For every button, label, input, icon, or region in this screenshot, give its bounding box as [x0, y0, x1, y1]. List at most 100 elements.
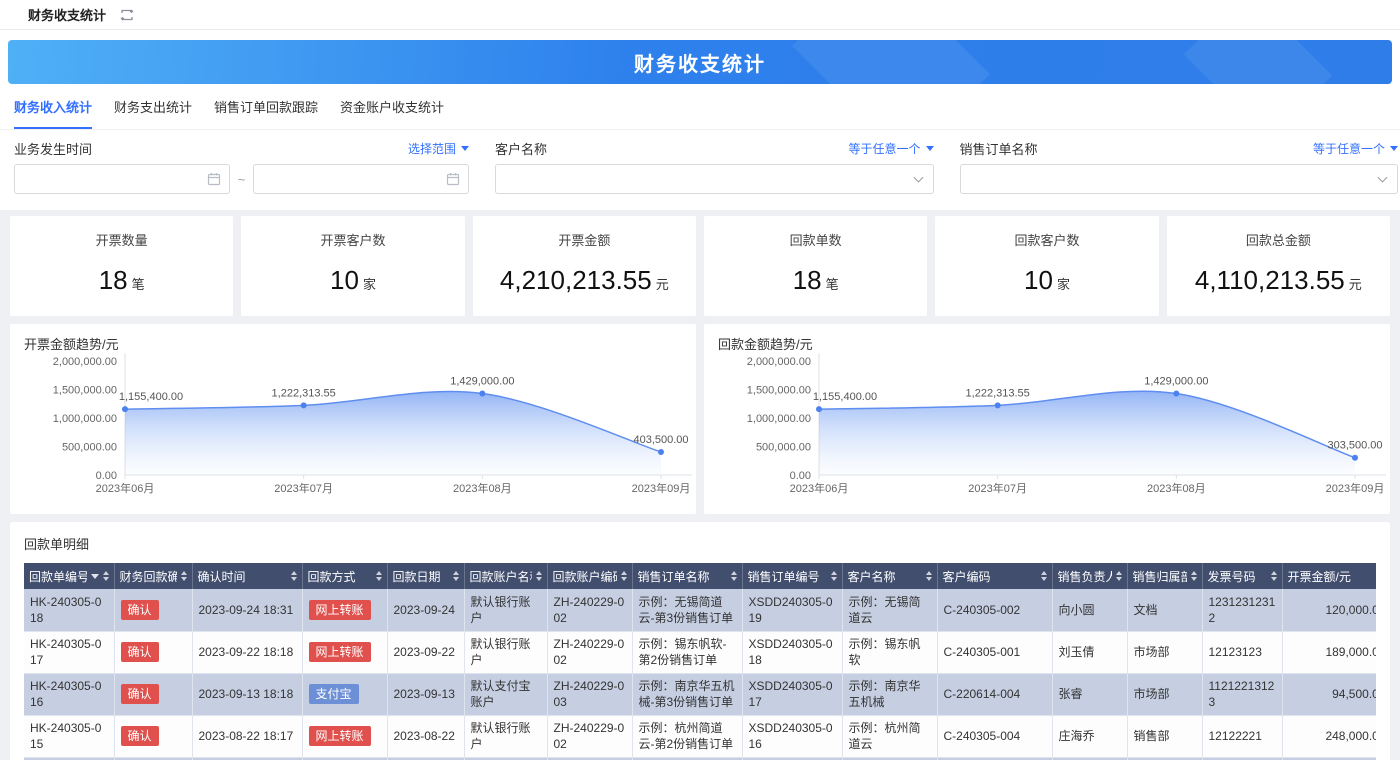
tab-label: 销售订单回款跟踪	[214, 100, 319, 115]
date-start-field[interactable]	[15, 165, 199, 193]
table-scroll-area[interactable]: 回款单编号 财务回款确认 确认时间 回款方式 回款日期 回款账户名称 回款账户编码 销售订单名…	[24, 563, 1376, 760]
data-point[interactable]	[122, 406, 128, 413]
sort-icon[interactable]	[535, 571, 542, 581]
main-content: 开票数量 18 笔 开票客户数 10 家 开票金额 4,210,213.55 元 回款…	[0, 210, 1400, 760]
sales-order-select[interactable]	[959, 164, 1398, 194]
column-header-label: 销售订单编号	[747, 569, 820, 584]
sort-icon[interactable]	[180, 571, 187, 581]
table-row[interactable]: HK-240305-018 确认 2023-09-24 18:31 网上转账 2023-…	[24, 589, 1376, 632]
column-header[interactable]: 回款账户编码	[547, 563, 633, 589]
table-cell: ZH-240229-002	[547, 715, 633, 758]
column-header[interactable]: 客户名称	[842, 563, 938, 589]
stat-unit: 元	[655, 277, 669, 292]
sort-icon[interactable]	[452, 571, 459, 581]
filter-operator-time[interactable]: 选择范围	[408, 140, 469, 157]
data-point[interactable]	[658, 449, 664, 456]
calendar-icon[interactable]	[446, 172, 460, 191]
sort-icon[interactable]	[375, 571, 382, 581]
date-end-field[interactable]	[254, 165, 438, 193]
filter-operator-order[interactable]: 等于任意一个	[1313, 140, 1398, 157]
table-cell: 12123123	[1202, 631, 1283, 674]
tab-label: 财务支出统计	[114, 100, 193, 115]
stat-value: 18	[792, 265, 822, 295]
stat-label: 开票客户数	[320, 233, 386, 248]
page-banner: 财务收支统计	[8, 40, 1392, 84]
sort-icon[interactable]	[1040, 571, 1047, 581]
column-header[interactable]: 销售归属部门	[1127, 563, 1203, 589]
column-header[interactable]: 回款单编号	[24, 563, 115, 589]
sort-icon[interactable]	[925, 571, 932, 581]
sort-icon[interactable]	[1190, 571, 1197, 581]
sort-icon[interactable]	[290, 571, 297, 581]
column-header[interactable]: 客户编码	[937, 563, 1053, 589]
sort-icon[interactable]	[730, 571, 737, 581]
column-header[interactable]: 确认时间	[192, 563, 303, 589]
sort-icon[interactable]	[830, 571, 837, 581]
invoice-count-card: 开票数量 18 笔	[10, 216, 234, 316]
table-cell: XSDD240305-016	[742, 715, 843, 758]
window-switch-icon[interactable]	[120, 8, 134, 22]
tab-finance-expense-stats[interactable]: 财务支出统计	[114, 84, 192, 129]
sort-icon[interactable]	[1270, 571, 1277, 581]
table-cell: 市场部	[1127, 673, 1203, 716]
table-cell: 默认银行账户	[464, 715, 548, 758]
data-point[interactable]	[816, 406, 822, 413]
column-header[interactable]: 发票号码	[1202, 563, 1283, 589]
table-cell: ZH-240229-003	[547, 673, 633, 716]
column-header[interactable]: 销售订单编号	[742, 563, 843, 589]
stat-unit: 家	[362, 277, 376, 292]
tab-capital-account-stats[interactable]: 资金账户收支统计	[340, 84, 444, 129]
business-time-filter: 业务发生时间 选择范围 ~	[14, 138, 469, 194]
date-end-input[interactable]	[253, 164, 469, 194]
column-header[interactable]: 回款日期	[387, 563, 465, 589]
customer-select[interactable]	[495, 164, 934, 194]
column-header[interactable]: 开票金额/元	[1282, 563, 1376, 589]
point-label: 1,222,313.55	[272, 387, 336, 399]
chart-title: 回款金额趋势/元	[718, 337, 813, 352]
calendar-icon[interactable]	[207, 172, 221, 191]
table-cell: 示例：南京华五机械	[842, 673, 938, 716]
column-header[interactable]: 回款方式	[302, 563, 388, 589]
area-fill	[819, 391, 1355, 475]
table-row[interactable]: HK-240305-017 确认 2023-09-22 18:18 网上转账 2023-…	[24, 631, 1376, 674]
filter-operator-customer[interactable]: 等于任意一个	[848, 140, 934, 157]
table-row[interactable]: HK-240305-016 确认 2023-09-13 18:18 支付宝 2023-0…	[24, 673, 1376, 716]
sort-icon[interactable]	[1115, 571, 1122, 581]
payment-method-badge: 支付宝	[308, 683, 359, 705]
column-header[interactable]: 财务回款确认	[114, 563, 193, 589]
stat-label: 回款总金额	[1245, 233, 1311, 248]
confirm-badge: 确认	[120, 725, 159, 747]
column-filter-caret-icon[interactable]	[90, 573, 99, 579]
sort-icon[interactable]	[620, 571, 627, 581]
customer-name-filter: 客户名称 等于任意一个	[495, 138, 934, 194]
data-point[interactable]	[479, 390, 486, 397]
table-cell: 2023-09-22	[387, 631, 465, 674]
data-point[interactable]	[1352, 454, 1358, 461]
data-point[interactable]	[300, 402, 307, 409]
column-header-label: 确认时间	[197, 569, 246, 584]
column-header[interactable]: 销售负责人	[1052, 563, 1128, 589]
stat-value: 4,210,213.55	[499, 265, 652, 295]
tab-sales-order-payment-tracking[interactable]: 销售订单回款跟踪	[214, 84, 318, 129]
date-start-input[interactable]	[14, 164, 230, 194]
table-cell: 248,000.00	[1282, 715, 1376, 758]
table-cell: HK-240305-017	[24, 631, 115, 674]
point-label: 403,500.00	[633, 434, 688, 446]
payment-method-badge: 网上转账	[308, 599, 371, 620]
data-point[interactable]	[1173, 390, 1180, 397]
column-header[interactable]: 回款账户名称	[464, 563, 548, 589]
stat-label: 回款单数	[789, 233, 842, 248]
column-header-label: 回款账户编码	[552, 569, 617, 584]
table-row[interactable]: HK-240305-015 确认 2023-08-22 18:17 网上转账 2023-…	[24, 715, 1376, 758]
window-tab[interactable]: 财务收支统计	[28, 5, 106, 24]
column-header-label: 销售订单名称	[637, 569, 710, 584]
data-point[interactable]	[994, 402, 1001, 409]
column-header[interactable]: 销售订单名称	[632, 563, 743, 589]
sort-icon[interactable]	[102, 571, 109, 581]
point-label: 303,500.00	[1327, 440, 1382, 452]
tab-finance-income-stats[interactable]: 财务收入统计	[14, 84, 93, 129]
stat-value: 4,110,213.55	[1194, 265, 1345, 295]
stat-unit: 笔	[825, 277, 839, 292]
y-axis-label: 2,000,000.00	[53, 356, 117, 368]
column-header-label: 客户名称	[847, 569, 896, 584]
